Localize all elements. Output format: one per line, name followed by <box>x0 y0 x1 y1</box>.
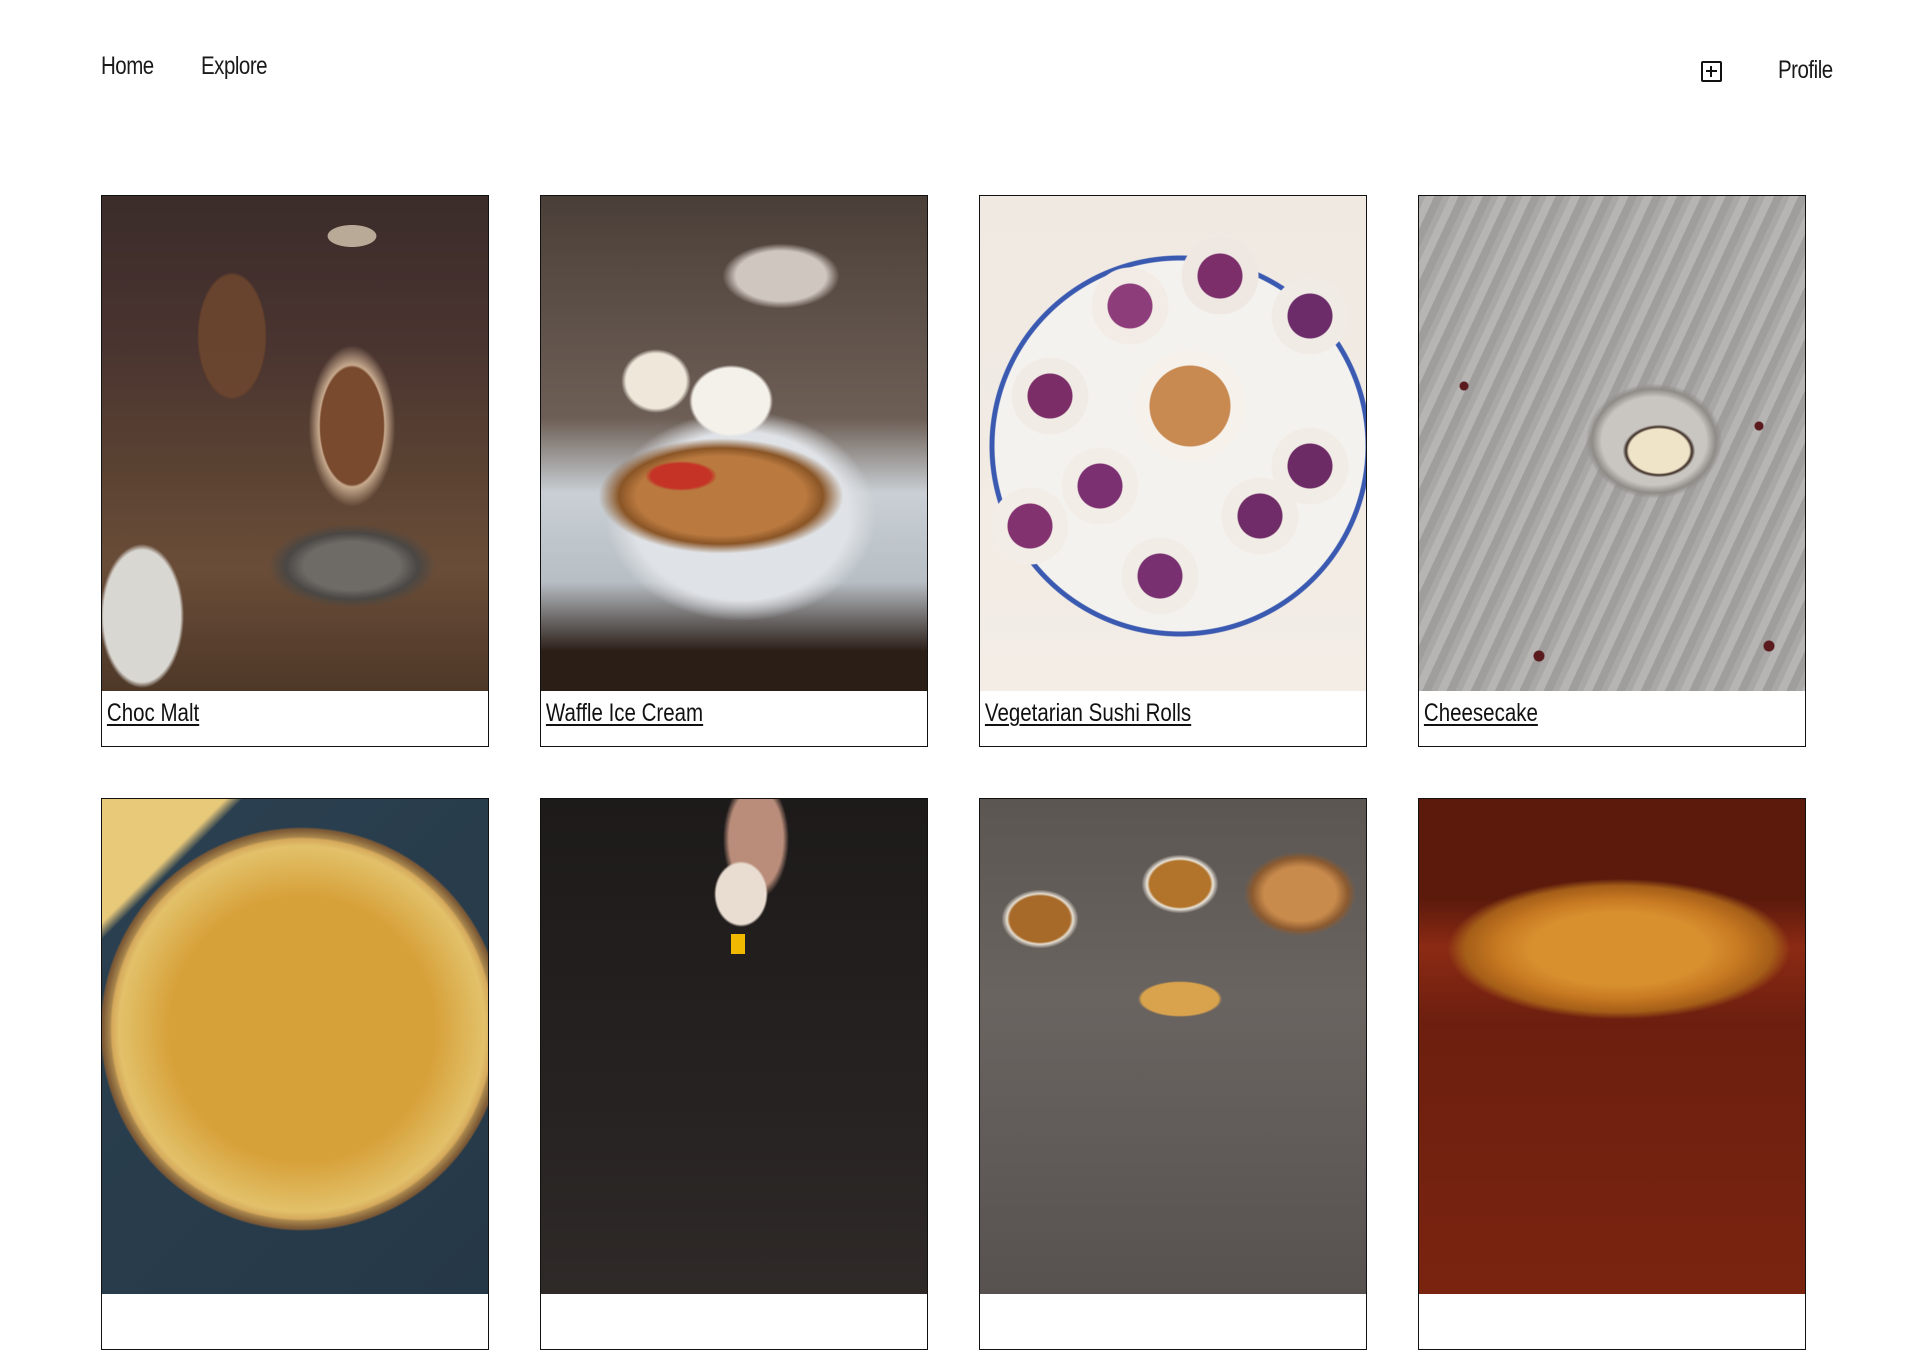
recipe-photo <box>102 196 488 691</box>
nav-explore-link[interactable]: Explore <box>201 52 268 81</box>
recipe-card[interactable]: Cheesecake <box>1418 195 1806 747</box>
recipe-card[interactable]: Vegetarian Sushi Rolls <box>979 195 1367 747</box>
recipe-title-link[interactable]: Cheesecake <box>1419 691 1736 728</box>
recipe-card[interactable]: Choc Malt <box>101 195 489 747</box>
recipe-card[interactable] <box>1418 798 1806 1350</box>
recipe-title-link[interactable]: Waffle Ice Cream <box>541 691 858 728</box>
recipe-title-link[interactable]: Choc Malt <box>102 691 419 728</box>
add-recipe-plus-square-icon[interactable] <box>1701 61 1722 82</box>
recipe-photo <box>980 196 1366 691</box>
recipe-card[interactable] <box>540 798 928 1350</box>
recipe-title-link[interactable] <box>541 1294 858 1302</box>
recipe-title-link[interactable] <box>980 1294 1297 1302</box>
recipe-card[interactable] <box>101 798 489 1350</box>
recipe-photo <box>541 799 927 1294</box>
recipe-photo <box>541 196 927 691</box>
recipe-card[interactable] <box>979 798 1367 1350</box>
recipe-card[interactable]: Waffle Ice Cream <box>540 195 928 747</box>
recipe-photo <box>980 799 1366 1294</box>
nav-home-link[interactable]: Home <box>101 52 154 81</box>
recipe-title-link[interactable] <box>1419 1294 1736 1302</box>
nav-profile-link[interactable]: Profile <box>1778 56 1833 85</box>
recipe-photo <box>102 799 488 1294</box>
top-navigation: Home Explore Profile <box>0 0 1920 140</box>
recipe-grid: Choc Malt Waffle Ice Cream Vegetarian Su… <box>101 195 1806 1350</box>
recipe-title-link[interactable]: Vegetarian Sushi Rolls <box>980 691 1297 728</box>
recipe-photo <box>1419 799 1805 1294</box>
recipe-title-link[interactable] <box>102 1294 419 1302</box>
recipe-photo <box>1419 196 1805 691</box>
